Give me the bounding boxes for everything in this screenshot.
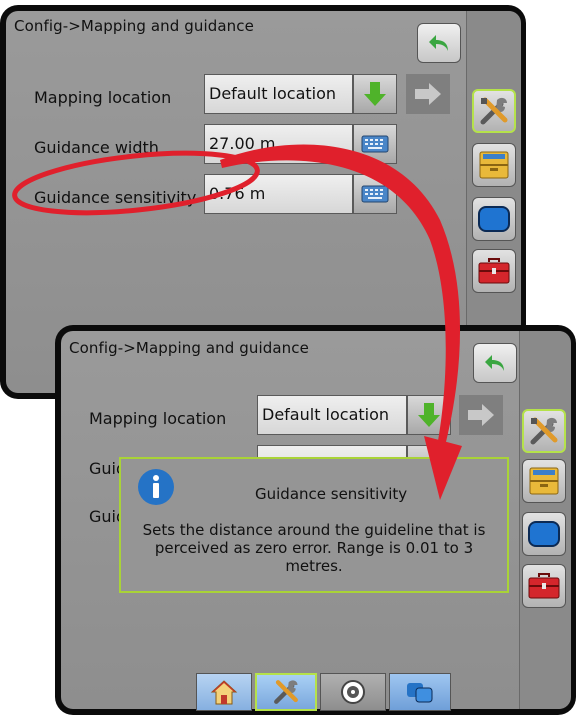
file-drawer-icon xyxy=(479,151,509,179)
front-device-frame: Config->Mapping and guidance Mapping loc… xyxy=(55,325,576,715)
undo-arrow-icon xyxy=(485,355,504,371)
arrow-right-icon xyxy=(468,404,494,426)
front-screen: Config->Mapping and guidance Mapping loc… xyxy=(61,331,571,711)
tab-tools[interactable] xyxy=(255,673,317,711)
back-button[interactable] xyxy=(417,23,461,63)
sidebar-files-button[interactable] xyxy=(522,459,566,503)
mapping-location-label: Mapping location xyxy=(34,88,172,107)
guidance-width-keyboard-button[interactable] xyxy=(353,124,397,164)
mapping-location-dropdown-button[interactable] xyxy=(353,74,397,114)
page-title: Config->Mapping and guidance xyxy=(69,339,309,357)
back-button[interactable] xyxy=(473,343,517,383)
popup-title: Guidance sensitivity xyxy=(255,485,408,503)
tools-icon xyxy=(274,680,298,704)
file-drawer-icon xyxy=(529,467,559,495)
guidance-sensitivity-keyboard-button[interactable] xyxy=(353,174,397,214)
popup-body: Sets the distance around the guideline t… xyxy=(142,521,486,575)
tab-guidance[interactable] xyxy=(320,673,386,711)
sidebar-screen-button[interactable] xyxy=(522,512,566,556)
home-icon xyxy=(210,680,238,705)
info-icon xyxy=(138,469,174,505)
tools-icon xyxy=(530,417,558,445)
mapping-location-next-button[interactable] xyxy=(406,74,450,114)
guidance-sensitivity-field[interactable]: 0.76 m xyxy=(204,174,353,214)
guidance-width-field[interactable]: 27.00 m xyxy=(204,124,353,164)
arrow-down-icon xyxy=(364,82,386,106)
arrow-right-icon xyxy=(415,83,441,105)
undo-arrow-icon xyxy=(429,35,448,51)
mapping-location-label: Mapping location xyxy=(89,409,227,428)
mapping-location-field[interactable]: Default location xyxy=(204,74,353,114)
tools-icon xyxy=(480,97,508,125)
guidance-sensitivity-label: Guidance sensitivity xyxy=(34,188,197,207)
chart-icon xyxy=(407,683,433,703)
sidebar-toolbox-button[interactable] xyxy=(522,564,566,608)
keyboard-icon xyxy=(361,135,389,153)
sidebar-toolbox-button[interactable] xyxy=(472,249,516,293)
tab-chart[interactable] xyxy=(389,673,451,711)
guidance-width-label: Guidance width xyxy=(34,138,159,157)
tab-home[interactable] xyxy=(196,673,252,711)
sidebar-screen-button[interactable] xyxy=(472,197,516,241)
sidebar-files-button[interactable] xyxy=(472,143,516,187)
screen-icon xyxy=(528,521,560,547)
keyboard-icon xyxy=(361,185,389,203)
screen-icon xyxy=(478,206,510,232)
sidebar-tools-button[interactable] xyxy=(472,89,516,133)
info-popup[interactable]: Guidance sensitivity Sets the distance a… xyxy=(119,457,509,593)
toolbox-icon xyxy=(478,258,510,284)
toolbox-icon xyxy=(528,573,560,599)
mapping-location-next-button[interactable] xyxy=(459,395,503,435)
sidebar-tools-button[interactable] xyxy=(522,409,566,453)
mapping-location-dropdown-button[interactable] xyxy=(407,395,451,435)
mapping-location-field[interactable]: Default location xyxy=(257,395,407,435)
page-title: Config->Mapping and guidance xyxy=(14,17,254,35)
arrow-down-icon xyxy=(418,403,440,427)
guidance-icon xyxy=(341,680,365,704)
